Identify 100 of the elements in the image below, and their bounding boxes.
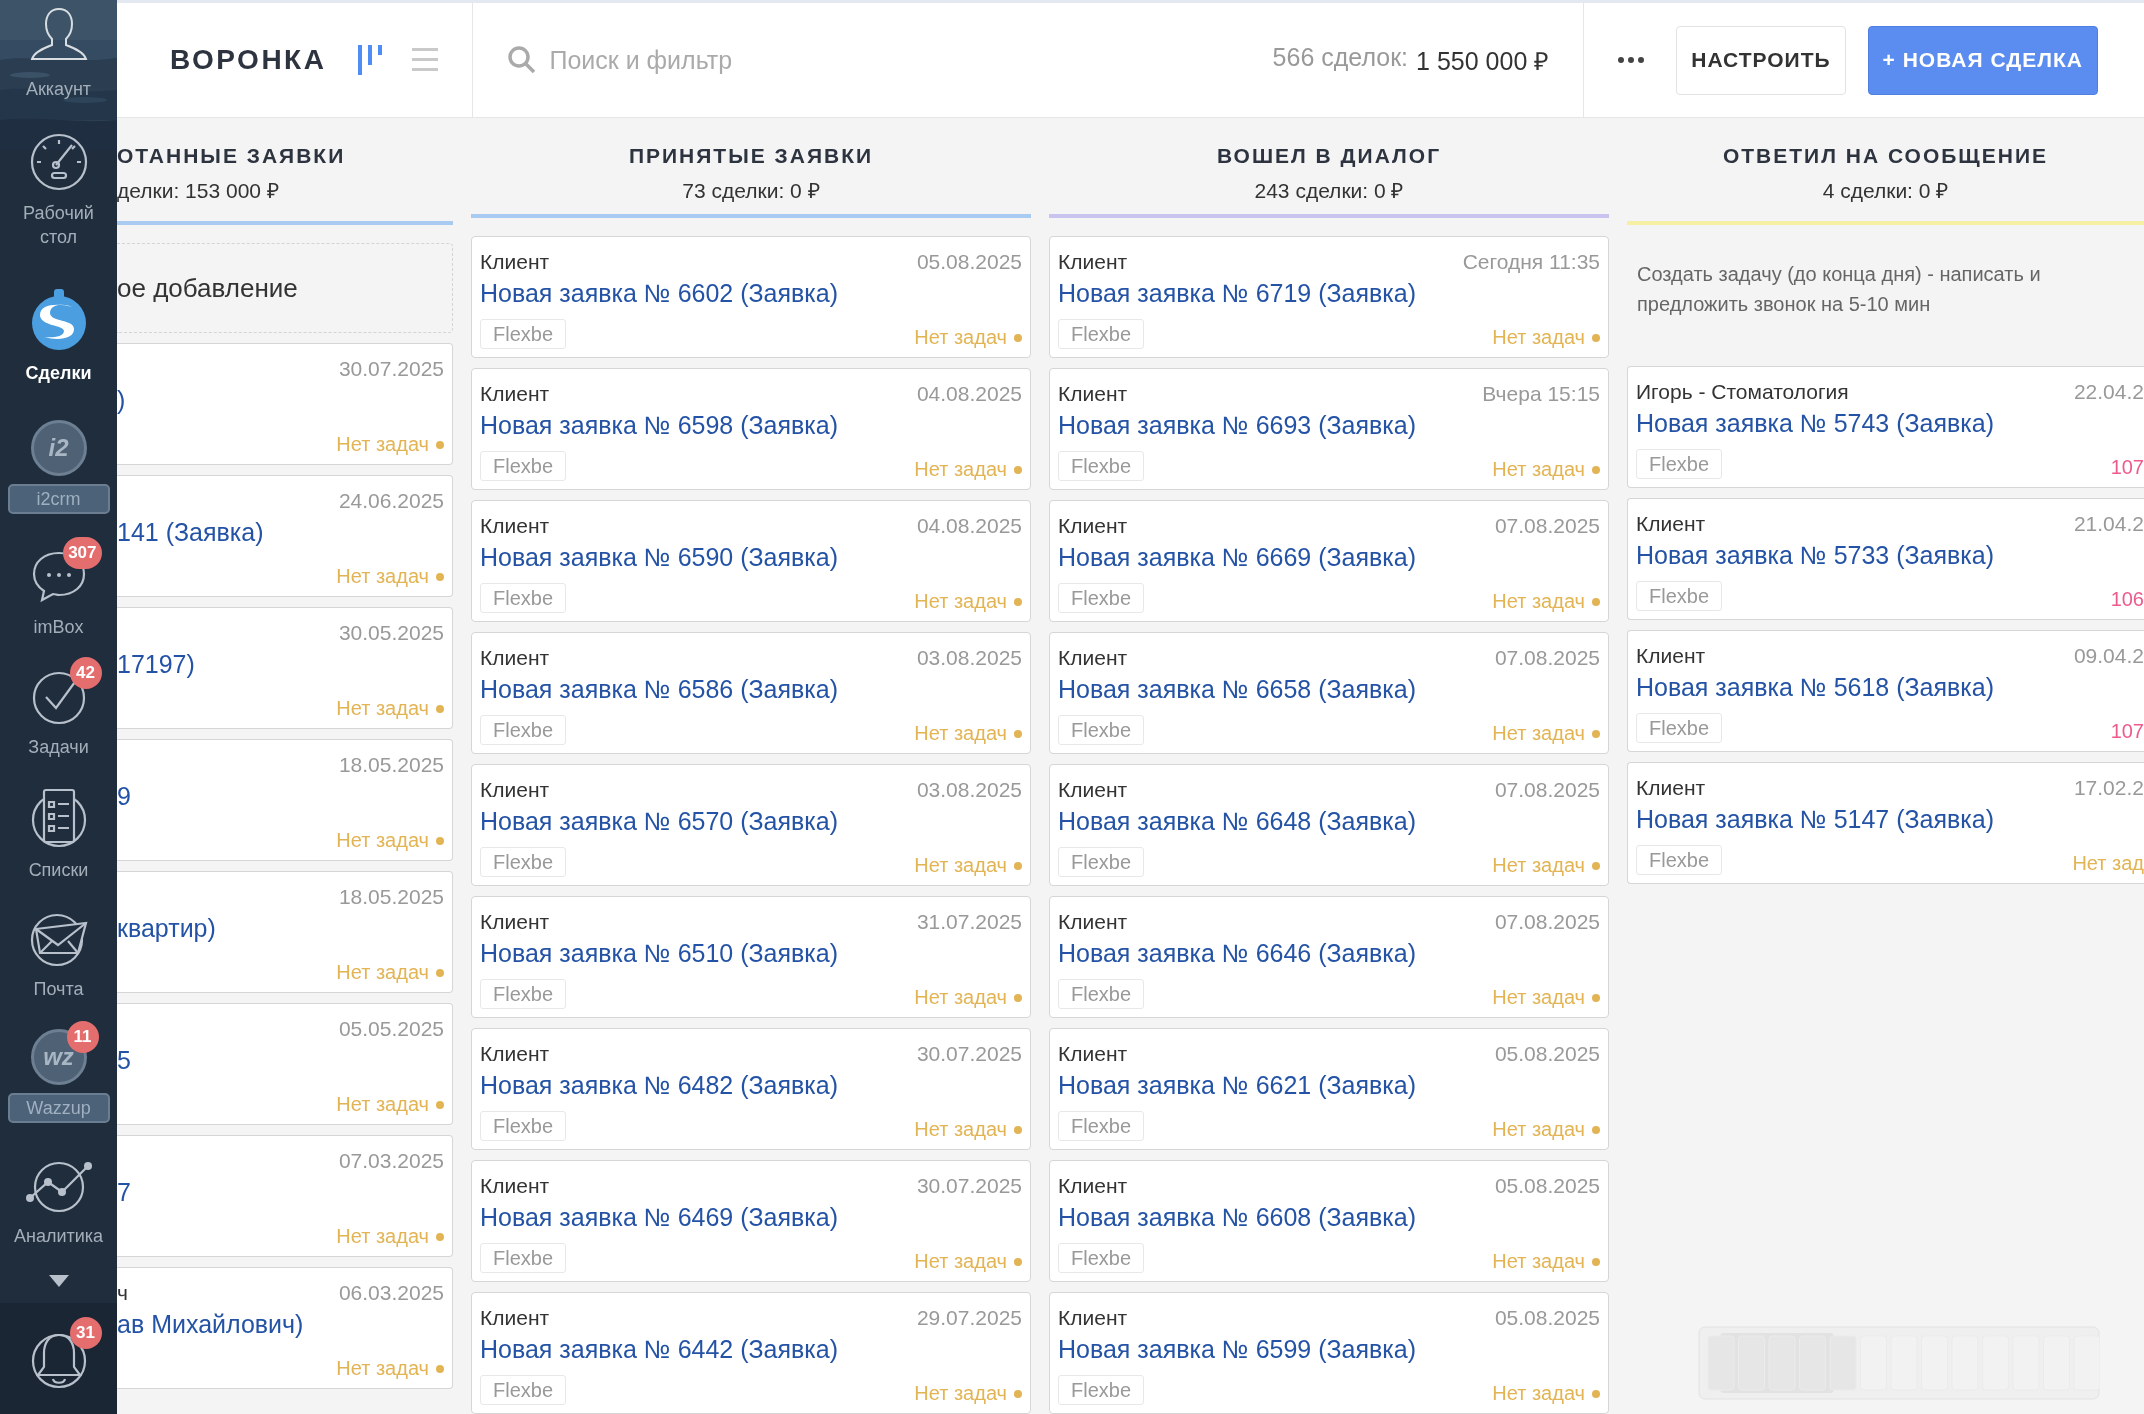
quick-add-field[interactable]: ое добавление: [117, 243, 453, 333]
nav-item[interactable]: Задачи: [28, 734, 89, 759]
deal-date: 09.04.2: [2073, 644, 2144, 668]
deal-link[interactable]: Новая заявка № 5618 (Заявка): [1636, 671, 1995, 703]
task-status: Нет задач: [336, 565, 429, 588]
deal-link[interactable]: Новая заявка № 6586 (Заявка): [480, 673, 839, 705]
deal-link[interactable]: Новая заявка № 6648 (Заявка): [1058, 805, 1417, 837]
deal-link[interactable]: Новая заявка № 6693 (Заявка): [1058, 409, 1417, 441]
task-status: Нет задач: [336, 1093, 429, 1116]
deal-date: 30.07.2025: [916, 1174, 1022, 1198]
caret-down-icon[interactable]: [48, 1274, 69, 1287]
source-tag: Flexbe: [1636, 449, 1723, 479]
nav-item[interactable]: Рабочий стол: [10, 200, 107, 249]
deal-link[interactable]: 17197): [117, 648, 195, 680]
deal-link[interactable]: Новая заявка № 5147 (Заявка): [1636, 803, 1995, 835]
source-tag: Flexbe: [1636, 845, 1723, 875]
deal-date: 07.08.2025: [1494, 514, 1600, 538]
deal-link[interactable]: ): [117, 384, 126, 416]
deal-link[interactable]: 7: [117, 1176, 131, 1208]
columns-view-icon[interactable]: [358, 43, 385, 77]
deal-link[interactable]: Новая заявка № 6469 (Заявка): [480, 1201, 839, 1233]
source-tag: Flexbe: [1058, 715, 1145, 745]
deal-link[interactable]: Новая заявка № 6598 (Заявка): [480, 409, 839, 441]
task-status: Нет задач: [336, 433, 429, 456]
deal-link[interactable]: Новая заявка № 6599 (Заявка): [1058, 1333, 1417, 1365]
more-icon[interactable]: [1618, 57, 1645, 63]
client-name: Клиент: [480, 646, 550, 670]
task-status: Нет задач: [914, 854, 1007, 877]
source-tag: Flexbe: [1058, 451, 1145, 481]
task-status: Нет задач: [336, 1357, 429, 1380]
deal-link[interactable]: Новая заявка № 6590 (Заявка): [480, 541, 839, 573]
deal-link[interactable]: 141 (Заявка): [117, 516, 264, 548]
client-name: Клиент: [480, 1174, 550, 1198]
nav-item[interactable]: imBox: [33, 614, 84, 639]
deal-link[interactable]: Новая заявка № 5733 (Заявка): [1636, 539, 1995, 571]
source-tag: Flexbe: [1058, 319, 1145, 349]
deal-date: 17.02.2: [2073, 776, 2144, 800]
source-tag: Flexbe: [1636, 713, 1723, 743]
deal-link[interactable]: Новая заявка № 6608 (Заявка): [1058, 1201, 1417, 1233]
source-tag: Flexbe: [480, 979, 567, 1009]
task-status: Нет задач: [1492, 458, 1585, 481]
client-name: Клиент: [480, 778, 550, 802]
client-name: Клиент: [1636, 512, 1706, 536]
nav-item[interactable]: Аккаунт: [25, 77, 92, 102]
task-status: Нет задач: [914, 1118, 1007, 1141]
count-badge: 42: [69, 656, 102, 689]
deal-date: 30.05.2025: [338, 621, 444, 645]
nav-item[interactable]: Аналитика: [13, 1224, 104, 1249]
deal-total: 1 550 000 ₽: [1416, 46, 1550, 77]
column-title: ПРИНЯТЫЕ ЗАЯВКИ: [628, 143, 874, 169]
deal-link[interactable]: 9: [117, 780, 131, 812]
deal-link[interactable]: Новая заявка № 6602 (Заявка): [480, 277, 839, 309]
task-status: Нет задач: [914, 722, 1007, 745]
column-summary: 243 сделки: 0 ₽: [1254, 178, 1404, 204]
deal-date: 07.08.2025: [1494, 646, 1600, 670]
search-field[interactable]: Поиск и фильтр: [547, 44, 972, 76]
deal-link[interactable]: Новая заявка № 6570 (Заявка): [480, 805, 839, 837]
deal-link[interactable]: Новая заявка № 6669 (Заявка): [1058, 541, 1417, 573]
source-tag: Flexbe: [1058, 1375, 1145, 1405]
nav-item[interactable]: Почта: [33, 977, 84, 1002]
search-icon: [507, 45, 538, 75]
deal-date: 07.03.2025: [338, 1149, 444, 1173]
task-status: Нет задач: [336, 1225, 429, 1248]
client-name: Клиент: [480, 1306, 550, 1330]
column-title: ОТАННЫЕ ЗАЯВКИ: [117, 143, 346, 169]
count-badge: 307: [63, 536, 102, 569]
deal-link[interactable]: Новая заявка № 6621 (Заявка): [1058, 1069, 1417, 1101]
client-name: Клиент: [1058, 514, 1128, 538]
task-status: Нет задач: [914, 458, 1007, 481]
source-tag: Flexbe: [1058, 1243, 1145, 1273]
deal-link[interactable]: Новая заявка № 6510 (Заявка): [480, 937, 839, 969]
deal-date: 07.08.2025: [1494, 910, 1600, 934]
deal-link[interactable]: 5: [117, 1044, 131, 1076]
deal-date: 03.08.2025: [916, 778, 1022, 802]
deal-link[interactable]: Новая заявка № 6482 (Заявка): [480, 1069, 839, 1101]
source-tag: Flexbe: [1058, 979, 1145, 1009]
client-name: Клиент: [1058, 1306, 1128, 1330]
configure-button[interactable]: НАСТРОИТЬ: [1676, 25, 1846, 95]
client-name: Клиент: [1058, 1042, 1128, 1066]
deal-link[interactable]: ав Михайлович): [117, 1308, 304, 1340]
task-status: Нет задач: [336, 697, 429, 720]
client-name: Игорь - Стоматология: [1636, 380, 1849, 404]
deal-link[interactable]: Новая заявка № 6658 (Заявка): [1058, 673, 1417, 705]
deal-link[interactable]: Новая заявка № 6442 (Заявка): [480, 1333, 839, 1365]
deal-date: 18.05.2025: [338, 753, 444, 777]
deal-link[interactable]: квартир): [117, 912, 216, 944]
deal-link[interactable]: Новая заявка № 6646 (Заявка): [1058, 937, 1417, 969]
client-name: Клиент: [480, 250, 550, 274]
client-name: Клиент: [480, 514, 550, 538]
deal-date: 04.08.2025: [916, 514, 1022, 538]
nav-item[interactable]: Сделки: [25, 360, 92, 385]
task-status: Нет задач: [1492, 1118, 1585, 1141]
nav-item[interactable]: Списки: [28, 857, 89, 882]
client-name: Клиент: [1058, 250, 1128, 274]
client-name: Клиент: [1636, 776, 1706, 800]
deal-date: 05.08.2025: [1494, 1042, 1600, 1066]
deal-link[interactable]: Новая заявка № 5743 (Заявка): [1636, 407, 1995, 439]
task-status: Нет задач: [914, 1382, 1007, 1405]
task-status: Нет зад: [2072, 852, 2144, 875]
deal-link[interactable]: Новая заявка № 6719 (Заявка): [1058, 277, 1417, 309]
